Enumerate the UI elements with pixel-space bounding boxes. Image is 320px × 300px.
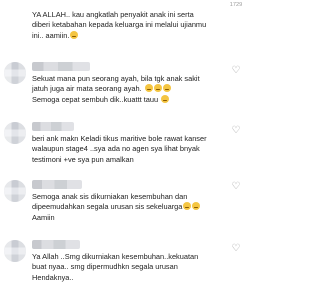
comment-text: Semoga anak sis dikurniakan kesembuhan d… xyxy=(32,192,218,223)
avatar[interactable] xyxy=(4,240,26,262)
comment-line-with-emoji: jatuh juga air mata seorang ayah. xyxy=(32,84,218,94)
comment-line: dipeemudahkan segala urusan sis sekeluar… xyxy=(32,202,183,212)
comment-line: Semoga anak sis dikurniakan kesembuhan d… xyxy=(32,192,188,201)
comment-line: testimoni +ve sya pun amalkan xyxy=(32,154,134,164)
comment-line-with-emoji: dipeemudahkan segala urusan sis sekeluar… xyxy=(32,202,218,212)
comment-line: Hendaknya.. xyxy=(32,272,74,282)
crying-face-icon xyxy=(153,84,162,93)
comment-text: Sekuat mana pun seorang ayah, bila tgk a… xyxy=(32,74,218,105)
comment-line: Ya Allah ..Smg dikurniakan kesembuhan..k… xyxy=(32,252,199,261)
username-blurred[interactable] xyxy=(32,122,74,131)
crying-face-icon xyxy=(183,202,192,211)
crying-face-icon xyxy=(161,94,170,103)
like-button[interactable]: ♡ xyxy=(228,126,244,136)
comment-item: Semoga anak sis dikurniakan kesembuhan d… xyxy=(0,176,248,236)
comment-text: YA ALLAH.. kau angkatlah penyakit anak i… xyxy=(32,10,218,41)
comment-line: Aamiin xyxy=(32,212,55,222)
crying-face-icon xyxy=(144,84,153,93)
comment-text: beri ank makn Keladi tikus maritive bole… xyxy=(32,134,218,165)
comment-line: YA ALLAH.. kau angkatlah penyakit anak i… xyxy=(32,10,194,19)
like-button[interactable]: ♡ xyxy=(228,66,244,76)
comment-line: ini.. aamiin. xyxy=(32,30,70,40)
username-blurred[interactable] xyxy=(32,240,80,249)
heart-outline-icon: ♡ xyxy=(231,181,241,192)
heart-outline-icon: ♡ xyxy=(231,243,241,254)
comment-line: walaupun stage4 ..sya ada no agen sya li… xyxy=(32,144,200,154)
comment-line: buat nyaa.. smg dipermudhkn segala urusa… xyxy=(32,262,178,272)
avatar[interactable] xyxy=(4,180,26,202)
avatar-image xyxy=(4,180,26,202)
crying-face-icon xyxy=(162,84,171,93)
comment-line: beri ank makn Keladi tikus maritive bole… xyxy=(32,134,207,143)
like-button[interactable]: 1729 xyxy=(228,2,244,9)
comment-item: Ya Allah ..Smg dikurniakan kesembuhan..k… xyxy=(0,236,248,300)
crying-face-icon xyxy=(70,30,79,39)
comment-line: jatuh juga air mata seorang ayah. xyxy=(32,84,142,94)
comment-line-with-emoji: Semoga cepat sembuh dik..kuattt tauu xyxy=(32,94,218,105)
username-blurred[interactable] xyxy=(32,62,90,71)
avatar[interactable] xyxy=(4,62,26,84)
like-button[interactable]: ♡ xyxy=(228,244,244,254)
like-button[interactable]: ♡ xyxy=(228,182,244,192)
avatar-image xyxy=(4,62,26,84)
comment-line: Semoga cepat sembuh dik..kuattt tauu xyxy=(32,94,159,104)
crying-face-icon xyxy=(192,202,201,211)
avatar-image xyxy=(4,240,26,262)
comment-item: YA ALLAH.. kau angkatlah penyakit anak i… xyxy=(0,0,248,56)
heart-outline-icon: ♡ xyxy=(231,65,241,76)
comment-line-with-emoji: ini.. aamiin. xyxy=(32,30,218,41)
like-count: 1729 xyxy=(229,2,243,8)
comment-text: Ya Allah ..Smg dikurniakan kesembuhan..k… xyxy=(32,252,218,283)
comment-line: Sekuat mana pun seorang ayah, bila tgk a… xyxy=(32,74,200,83)
avatar[interactable] xyxy=(4,122,26,144)
comment-item: beri ank makn Keladi tikus maritive bole… xyxy=(0,116,248,176)
avatar-image xyxy=(4,122,26,144)
heart-outline-icon: ♡ xyxy=(231,125,241,136)
username-blurred[interactable] xyxy=(32,180,82,189)
comment-item: Sekuat mana pun seorang ayah, bila tgk a… xyxy=(0,56,248,116)
comment-line: diberi ketabahan kepada keluarga ini mel… xyxy=(32,20,207,30)
